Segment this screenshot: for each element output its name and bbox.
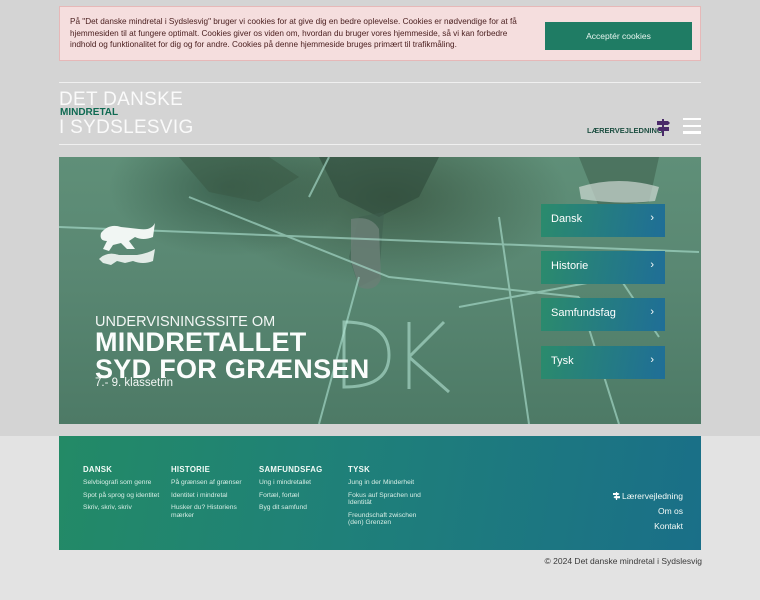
subject-button-samfundsfag[interactable]: Samfundsfag › (541, 298, 665, 331)
footer-heading: HISTORIE (171, 465, 211, 474)
subject-button-historie[interactable]: Historie › (541, 251, 665, 284)
hero-banner: UNDERVISNINGSSITE OM MINDRETALLET SYD FO… (59, 157, 701, 424)
copyright-text: © 2024 Det danske mindretal i Sydslesvig (544, 556, 702, 566)
hero-title-line-1: MINDRETALLET (95, 327, 307, 357)
footer-column-historie: HISTORIE På grænsen af grænser Identitet… (171, 465, 251, 524)
footer-link[interactable]: Byg dit samfund (259, 504, 339, 512)
chevron-right-icon: › (650, 354, 654, 366)
chevron-right-icon: › (650, 212, 654, 224)
subject-label: Samfundsfag (551, 307, 616, 319)
footer-link[interactable]: Skriv, skriv, skriv (83, 504, 163, 512)
chevron-right-icon: › (650, 306, 654, 318)
teacher-guide-link[interactable]: LÆRERVEJLEDNING (587, 126, 663, 135)
header-bottom-divider (59, 144, 701, 145)
subject-label: Dansk (551, 213, 583, 225)
footer-heading: DANSK (83, 465, 113, 474)
footer-heading: SAMFUNDSFAG (259, 465, 323, 474)
signpost-icon (612, 492, 620, 500)
chevron-right-icon: › (650, 259, 654, 271)
subject-button-dansk[interactable]: Dansk › (541, 204, 665, 237)
footer-teacher-guide-link[interactable]: Lærervejledning (612, 491, 683, 501)
footer-link[interactable]: Freundschaft zwischen (den) Grenzen (348, 512, 428, 527)
footer-link[interactable]: På grænsen af grænser (171, 479, 251, 487)
footer-contact-link[interactable]: Kontakt (613, 521, 683, 531)
subject-button-tysk[interactable]: Tysk › (541, 346, 665, 379)
footer-link[interactable]: Fortæl, fortæl (259, 492, 339, 500)
footer-link-label: Lærervejledning (622, 491, 683, 501)
logo-line-3: I SYDSLESVIG (59, 117, 194, 138)
footer-column-dansk: DANSK Selvbiografi som genre Spot på spr… (83, 465, 163, 517)
hero-grade-level: 7.- 9. klassetrin (95, 377, 173, 389)
subject-label: Tysk (551, 355, 574, 367)
subject-label: Historie (551, 260, 589, 272)
footer-heading: TYSK (348, 465, 370, 474)
footer-link[interactable]: Spot på sprog og identitet (83, 492, 163, 500)
lion-logo-icon (99, 223, 155, 265)
footer-about-link[interactable]: Om os (613, 506, 683, 516)
footer-column-samfundsfag: SAMFUNDSFAG Ung i mindretallet Fortæl, f… (259, 465, 339, 517)
footer-link[interactable]: Selvbiografi som genre (83, 479, 163, 487)
footer-link[interactable]: Ung i mindretallet (259, 479, 339, 487)
footer-link[interactable]: Identitet i mindretal (171, 492, 251, 500)
signpost-icon[interactable] (655, 118, 671, 136)
accept-cookies-button[interactable]: Acceptér cookies (545, 22, 692, 50)
hamburger-menu-icon[interactable] (683, 118, 701, 134)
cookie-banner: På "Det danske mindretal i Sydslesvig" b… (59, 6, 701, 61)
footer-link[interactable]: Fokus auf Sprachen und Identität (348, 492, 428, 507)
cookie-text: På "Det danske mindretal i Sydslesvig" b… (70, 17, 517, 50)
hero-title: MINDRETALLET SYD FOR GRÆNSEN (95, 329, 370, 383)
footer-link[interactable]: Husker du? Historiens mærker (171, 504, 251, 519)
site-footer: DANSK Selvbiografi som genre Spot på spr… (59, 436, 701, 550)
site-logo[interactable]: DET DANSKE MINDRETAL I SYDSLESVIG (59, 89, 193, 139)
header-top-divider (59, 82, 701, 83)
footer-column-tysk: TYSK Jung in der Minderheit Fokus auf Sp… (348, 465, 428, 532)
footer-link[interactable]: Jung in der Minderheit (348, 479, 428, 487)
footer-right-links: Lærervejledning Om os Kontakt (612, 491, 683, 536)
